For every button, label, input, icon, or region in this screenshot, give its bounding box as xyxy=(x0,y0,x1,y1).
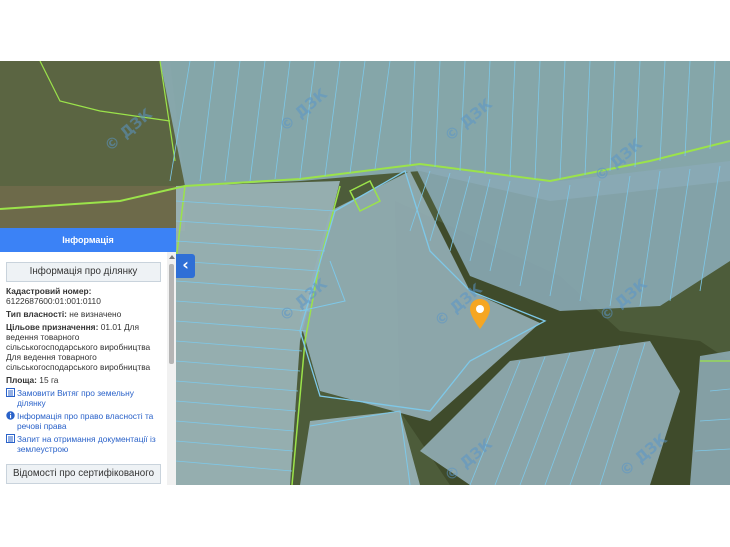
purpose-row: Цільове призначення: 01.01 Для ведення т… xyxy=(6,322,161,372)
cadastral-row: Кадастровий номер: 6122687600:01:001:011… xyxy=(6,286,161,306)
location-marker-icon[interactable] xyxy=(469,298,491,330)
chevron-left-icon: ‹ xyxy=(182,255,189,274)
collapse-panel-button[interactable]: ‹ xyxy=(176,254,195,278)
order-extract-link[interactable]: Замовити Витяг про земельну ділянку xyxy=(6,388,161,408)
document-icon xyxy=(6,388,15,397)
purpose-label: Цільове призначення: xyxy=(6,322,99,332)
order-extract-label: Замовити Витяг про земельну ділянку xyxy=(17,388,134,408)
info-icon xyxy=(6,411,15,420)
area-row: Площа: 15 га xyxy=(6,375,161,385)
ownership-row: Тип власності: не визначено xyxy=(6,309,161,319)
ownership-info-link[interactable]: Інформація про право власності та речові… xyxy=(6,411,161,431)
ownership-label: Тип власності: xyxy=(6,309,67,319)
ownership-info-label: Інформація про право власності та речові… xyxy=(17,411,154,431)
cadastral-value: 6122687600:01:001:0110 xyxy=(6,296,101,306)
scroll-up-arrow-icon[interactable] xyxy=(169,255,175,259)
documentation-request-link[interactable]: Запит на отримання документації із земле… xyxy=(6,434,161,454)
panel-header: Інформація xyxy=(0,228,176,252)
document-icon xyxy=(6,434,15,443)
info-panel: Інформація Інформація про ділянку Кадаст… xyxy=(0,228,176,485)
scroll-thumb[interactable] xyxy=(169,264,174,364)
area-label: Площа: xyxy=(6,375,37,385)
cadastral-label: Кадастровий номер: xyxy=(6,286,92,296)
panel-scrollbar[interactable] xyxy=(167,252,176,485)
certified-info-section-title: Відомості про сертифікованого xyxy=(6,464,161,484)
panel-content: Інформація про ділянку Кадастровий номер… xyxy=(0,252,167,485)
parcel-info-section-title: Інформація про ділянку xyxy=(6,262,161,282)
ownership-value: не визначено xyxy=(69,309,122,319)
documentation-request-label: Запит на отримання документації із земле… xyxy=(17,434,156,454)
area-value: 15 га xyxy=(39,375,59,385)
